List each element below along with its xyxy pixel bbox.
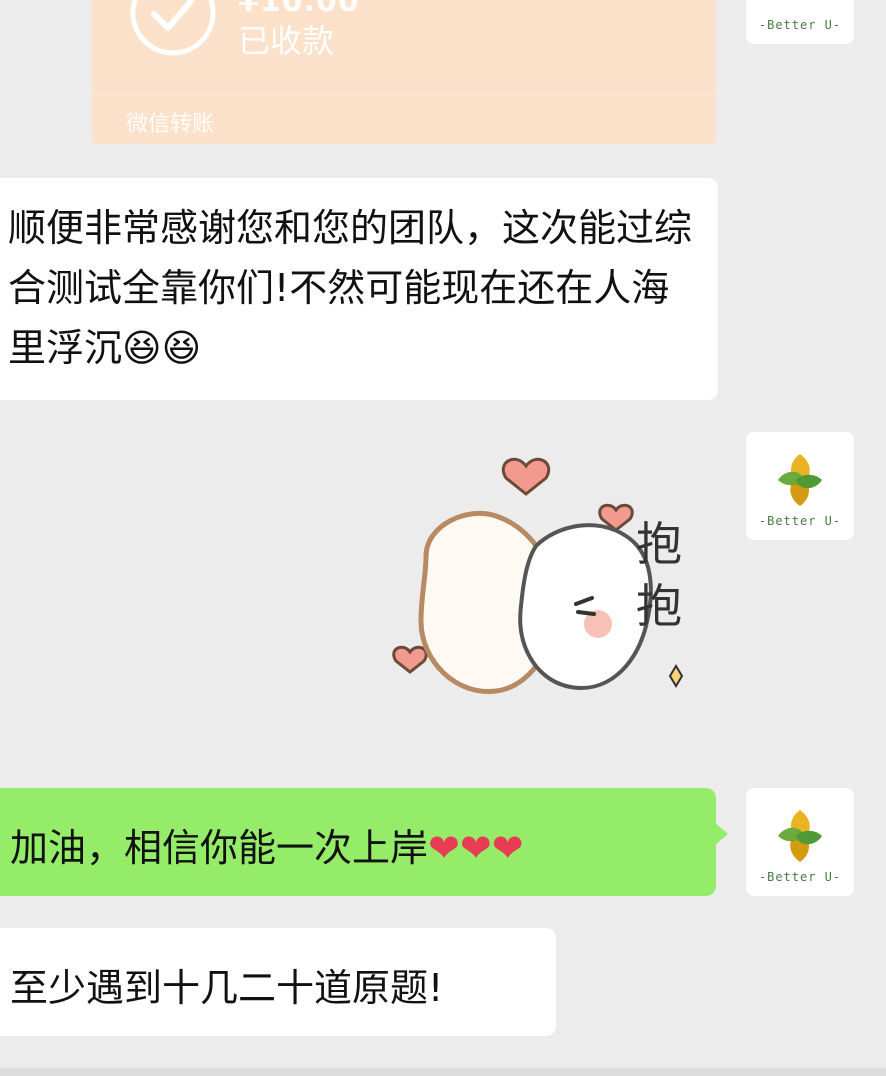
message-text: 顺便非常感谢您和您的团队，这次能过综合测试全靠你们!不然可能现在还在人海里浮沉😆…	[8, 206, 693, 370]
avatar-brand: -Better U-	[758, 514, 842, 528]
transfer-status: 已收款	[238, 22, 335, 60]
sticker-text: 抱	[636, 517, 682, 571]
message-text: 至少遇到十几二十道原题!	[10, 966, 444, 1010]
transfer-source-label: 微信转账	[126, 112, 215, 137]
received-check-icon	[130, 0, 216, 56]
bottom-edge	[0, 1068, 886, 1076]
bubble-tail	[714, 822, 728, 846]
outgoing-message-bubble[interactable]: 加油，相信你能一次上岸❤❤❤	[0, 788, 728, 896]
heart-emoji: ❤❤❤	[428, 826, 524, 870]
hug-sticker[interactable]: 抱 抱	[386, 446, 726, 716]
avatar[interactable]: -Better U-	[746, 0, 854, 44]
avatar-brand: -Better U-	[758, 870, 842, 884]
incoming-message-bubble[interactable]: 至少遇到十几二十道原题!	[0, 928, 556, 1036]
avatar[interactable]: -Better U-	[746, 432, 854, 540]
incoming-message-bubble[interactable]: 顺便非常感谢您和您的团队，这次能过综合测试全靠你们!不然可能现在还在人海里浮沉😆…	[0, 178, 718, 400]
transfer-divider	[92, 94, 716, 95]
avatar[interactable]: -Better U-	[746, 788, 854, 896]
avatar-brand: -Better U-	[758, 18, 842, 32]
sticker-text: 抱	[636, 579, 682, 633]
message-text: 加油，相信你能一次上岸	[10, 826, 429, 870]
logo-icon	[778, 454, 822, 506]
logo-icon	[778, 810, 822, 862]
